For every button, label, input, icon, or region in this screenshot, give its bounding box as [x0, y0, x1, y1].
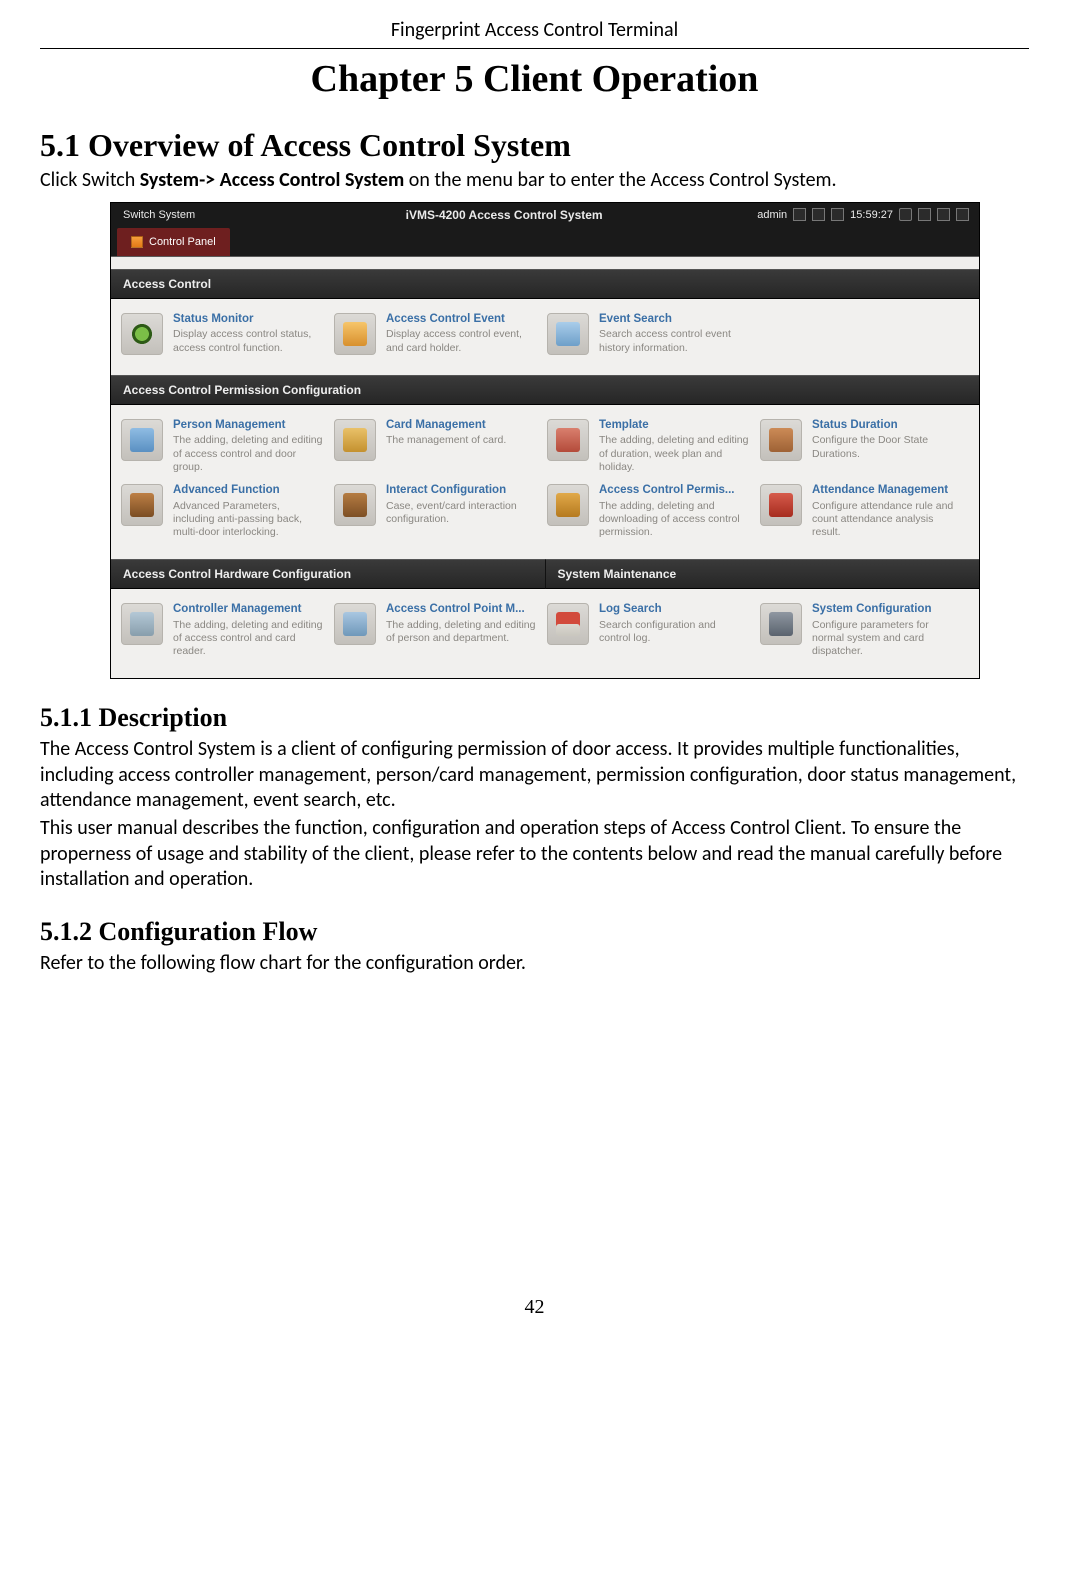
tile-title: Access Control Permis...: [599, 484, 750, 498]
tile-desc: Display access control event, and card h…: [386, 328, 537, 354]
section-header-maintenance: System Maintenance: [546, 559, 980, 589]
tile-desc: Search configuration and control log.: [599, 619, 750, 645]
tile-template[interactable]: Template The adding, deleting and editin…: [547, 419, 756, 474]
window-titlebar: Switch System iVMS-4200 Access Control S…: [111, 203, 979, 227]
tile-title: Controller Management: [173, 603, 324, 617]
tile-desc: The adding, deleting and editing of pers…: [386, 619, 537, 645]
tile-status-monitor[interactable]: Status Monitor Display access control st…: [121, 313, 330, 355]
tab-control-panel[interactable]: Control Panel: [117, 228, 230, 256]
rec-icon[interactable]: [812, 208, 825, 221]
tile-desc: Configure attendance rule and count atte…: [812, 500, 963, 539]
status-monitor-icon: [121, 313, 163, 355]
tile-title: Access Control Event: [386, 313, 537, 327]
permission-icon: [547, 484, 589, 526]
section-header-access-control: Access Control: [111, 269, 979, 299]
search-icon: [547, 313, 589, 355]
tile-log-search[interactable]: Log Search Search configuration and cont…: [547, 603, 756, 658]
cpu-icon[interactable]: [831, 208, 844, 221]
tile-title: Access Control Point M...: [386, 603, 537, 617]
tile-attendance-management[interactable]: Attendance Management Configure attendan…: [760, 484, 969, 539]
tile-desc: Configure the Door State Durations.: [812, 434, 963, 460]
section-header-hardware: Access Control Hardware Configuration: [111, 559, 546, 589]
para-5-1-1-a: The Access Control System is a client of…: [40, 737, 1029, 814]
para-5-1-1-b: This user manual describes the function,…: [40, 816, 1029, 893]
tile-status-duration[interactable]: Status Duration Configure the Door State…: [760, 419, 969, 474]
tab-bar: Control Panel: [111, 227, 979, 257]
tile-desc: Case, event/card interaction configurati…: [386, 500, 537, 526]
tile-desc: Search access control event history info…: [599, 328, 750, 354]
chapter-title: Chapter 5 Client Operation: [40, 57, 1029, 101]
door-icon: [760, 419, 802, 461]
document-header: Fingerprint Access Control Terminal: [40, 18, 1029, 49]
controller-icon: [121, 603, 163, 645]
point-icon: [334, 603, 376, 645]
intro-bold: System-> Access Control System: [140, 168, 404, 192]
current-user: admin: [757, 209, 787, 221]
switch-system-menu[interactable]: Switch System: [111, 209, 251, 221]
tile-desc: The adding, deleting and editing of dura…: [599, 434, 750, 473]
person-icon: [121, 419, 163, 461]
tile-access-control-permission[interactable]: Access Control Permis... The adding, del…: [547, 484, 756, 539]
grid-icon[interactable]: [793, 208, 806, 221]
intro-suffix: on the menu bar to enter the Access Cont…: [404, 168, 836, 192]
tile-controller-management[interactable]: Controller Management The adding, deleti…: [121, 603, 330, 658]
close-icon[interactable]: [956, 208, 969, 221]
system-config-icon: [760, 603, 802, 645]
tile-access-control-event[interactable]: Access Control Event Display access cont…: [334, 313, 543, 355]
interact-icon: [334, 484, 376, 526]
tile-interact-configuration[interactable]: Interact Configuration Case, event/card …: [334, 484, 543, 539]
subsection-5-1-2-title: 5.1.2 Configuration Flow: [40, 917, 1029, 947]
tile-desc: The adding, deleting and editing of acce…: [173, 434, 324, 473]
page-number: 42: [40, 1296, 1029, 1319]
advanced-icon: [121, 484, 163, 526]
section-header-permission: Access Control Permission Configuration: [111, 375, 979, 405]
tile-title: Interact Configuration: [386, 484, 537, 498]
tile-event-search[interactable]: Event Search Search access control event…: [547, 313, 756, 355]
tile-title: Attendance Management: [812, 484, 963, 498]
tile-title: Status Monitor: [173, 313, 324, 327]
app-screenshot: Switch System iVMS-4200 Access Control S…: [110, 202, 980, 680]
section-5-1-title: 5.1 Overview of Access Control System: [40, 127, 1029, 164]
tile-title: Advanced Function: [173, 484, 324, 498]
tile-system-configuration[interactable]: System Configuration Configure parameter…: [760, 603, 969, 658]
intro-prefix: Click Switch: [40, 168, 140, 192]
tile-desc: The adding, deleting and editing of acce…: [173, 619, 324, 658]
tile-title: Log Search: [599, 603, 750, 617]
para-5-1-2: Refer to the following flow chart for th…: [40, 951, 1029, 977]
tile-desc: The adding, deleting and downloading of …: [599, 500, 750, 539]
control-panel-icon: [131, 236, 143, 248]
tile-advanced-function[interactable]: Advanced Function Advanced Parameters, i…: [121, 484, 330, 539]
tile-access-control-point[interactable]: Access Control Point M... The adding, de…: [334, 603, 543, 658]
tile-title: Event Search: [599, 313, 750, 327]
tile-card-management[interactable]: Card Management The management of card.: [334, 419, 543, 474]
tile-title: Template: [599, 419, 750, 433]
tile-desc: Advanced Parameters, including anti-pass…: [173, 500, 324, 539]
tile-desc: The management of card.: [386, 434, 537, 447]
tile-desc: Display access control status, access co…: [173, 328, 324, 354]
template-icon: [547, 419, 589, 461]
folder-icon: [334, 313, 376, 355]
window-title: iVMS-4200 Access Control System: [251, 208, 757, 222]
tile-empty: [760, 313, 969, 355]
tile-title: System Configuration: [812, 603, 963, 617]
tile-title: Person Management: [173, 419, 324, 433]
tile-title: Card Management: [386, 419, 537, 433]
maximize-icon[interactable]: [937, 208, 950, 221]
tile-title: Status Duration: [812, 419, 963, 433]
minimize-icon[interactable]: [918, 208, 931, 221]
log-icon: [547, 603, 589, 645]
tile-person-management[interactable]: Person Management The adding, deleting a…: [121, 419, 330, 474]
tab-control-panel-label: Control Panel: [149, 236, 216, 248]
tile-desc: Configure parameters for normal system a…: [812, 619, 963, 658]
card-icon: [334, 419, 376, 461]
attendance-icon: [760, 484, 802, 526]
lock-icon[interactable]: [899, 208, 912, 221]
clock-time: 15:59:27: [850, 209, 893, 221]
subsection-5-1-1-title: 5.1.1 Description: [40, 703, 1029, 733]
intro-paragraph: Click Switch System-> Access Control Sys…: [40, 168, 1029, 194]
